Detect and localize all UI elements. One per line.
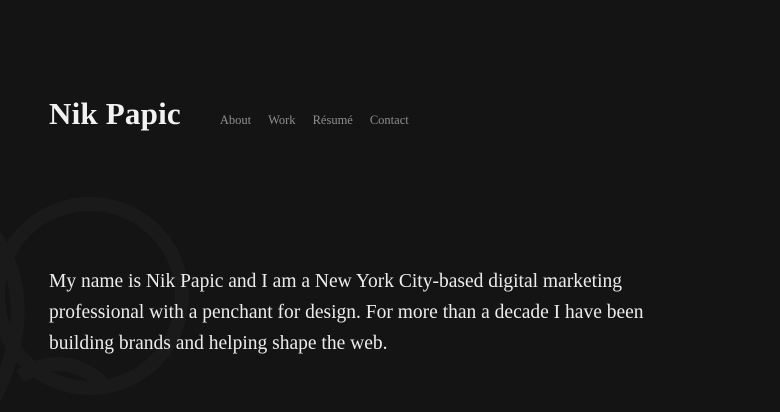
main-nav: About Work Résumé Contact bbox=[220, 113, 409, 128]
site-title[interactable]: Nik Papic bbox=[49, 98, 181, 129]
nav-item-about[interactable]: About bbox=[220, 113, 251, 128]
page: Nik Papic About Work Résumé Contact My n… bbox=[0, 0, 780, 412]
site-header: Nik Papic About Work Résumé Contact bbox=[49, 98, 409, 129]
intro-paragraph: My name is Nik Papic and I am a New York… bbox=[49, 271, 644, 354]
nav-item-resume[interactable]: Résumé bbox=[313, 113, 353, 128]
nav-item-contact[interactable]: Contact bbox=[370, 113, 409, 128]
nav-item-work[interactable]: Work bbox=[268, 113, 295, 128]
